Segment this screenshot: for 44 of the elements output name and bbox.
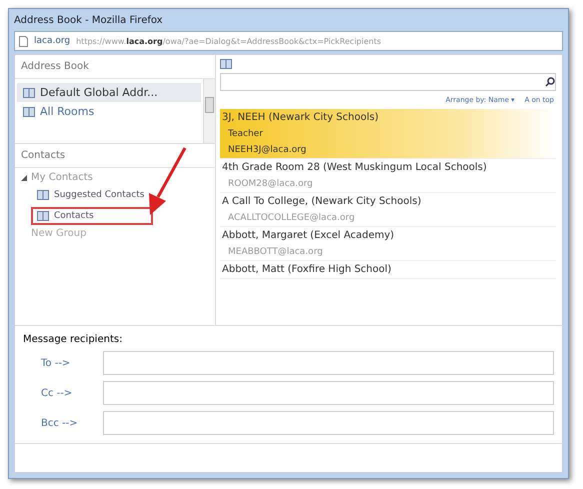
contact-detail: MEABBOTT@laca.org: [227, 246, 324, 259]
search-field[interactable]: [220, 73, 556, 91]
expand-arrow-icon: [21, 174, 27, 180]
contact-entry[interactable]: A Call To College, (Newark City Schools) ACALLTOCOLLEGE@laca.org: [220, 193, 556, 227]
tree-label: My Contacts: [31, 172, 93, 183]
site-label: laca.org: [34, 36, 70, 46]
section-title: Contacts: [15, 144, 215, 168]
address-book-item[interactable]: All Rooms: [17, 102, 201, 121]
recipient-button[interactable]: To -->: [23, 356, 103, 370]
url-text: https://www.laca.org/owa/?ae=Dialog&t=AddressBook&ctx=PickRecipients: [76, 36, 382, 46]
book-icon: [37, 190, 49, 200]
address-bar[interactable]: laca.org https://www.laca.org/owa/?ae=Dialog&t=AddressBook&ctx=PickRecipients: [14, 31, 563, 51]
contact-detail: ACALLTOCOLLEGE@laca.org: [227, 212, 356, 225]
scrollbar[interactable]: [203, 79, 215, 143]
contact-name: 4th Grade Room 28 (West Muskingum Local Schools): [221, 161, 488, 175]
address-book-item[interactable]: Default Global Addr...: [17, 83, 201, 102]
address-book-icon: [220, 59, 232, 69]
recipient-field[interactable]: [103, 351, 554, 375]
search-icon: [545, 77, 555, 87]
contact-entry[interactable]: 3J, NEEH (Newark City Schools) Teacher NEEH3J@laca.org: [220, 109, 556, 159]
highlight-frame[interactable]: Contacts: [31, 207, 153, 225]
book-icon: [37, 211, 49, 221]
contact-entry[interactable]: Abbott, Margaret (Excel Academy) MEABBOTT@laca.org: [220, 227, 556, 261]
window-title: Address Book - Mozilla Firefox: [14, 14, 163, 26]
section-title: Address Book: [15, 55, 215, 79]
recipient-button[interactable]: Cc -->: [23, 386, 103, 400]
contact-name: 3J, NEEH (Newark City Schools): [221, 111, 380, 125]
recipients-title: Message recipients:: [23, 334, 124, 345]
contact-entry[interactable]: 4th Grade Room 28 (West Muskingum Local Schools) ROOM28@laca.org: [220, 159, 556, 193]
recipient-field[interactable]: [103, 411, 554, 435]
recipient-field[interactable]: [103, 381, 554, 405]
book-icon: [23, 88, 35, 98]
tree-label: Contacts: [54, 211, 94, 221]
tree-label: Suggested Contacts: [54, 190, 144, 200]
contact-detail: Teacher: [227, 128, 264, 141]
recipient-button[interactable]: Bcc -->: [23, 416, 103, 430]
contact-detail: ROOM28@laca.org: [227, 178, 314, 191]
page-icon: [19, 36, 28, 46]
contact-name: Abbott, Margaret (Excel Academy): [221, 229, 396, 243]
book-icon: [23, 106, 35, 116]
tree-item[interactable]: Suggested Contacts: [31, 186, 153, 204]
contact-entry[interactable]: Abbott, Matt (Foxfire High School): [220, 261, 556, 279]
contact-name: A Call To College, (Newark City Schools): [221, 195, 422, 209]
contact-detail: NEEH3J@laca.org: [227, 144, 308, 157]
